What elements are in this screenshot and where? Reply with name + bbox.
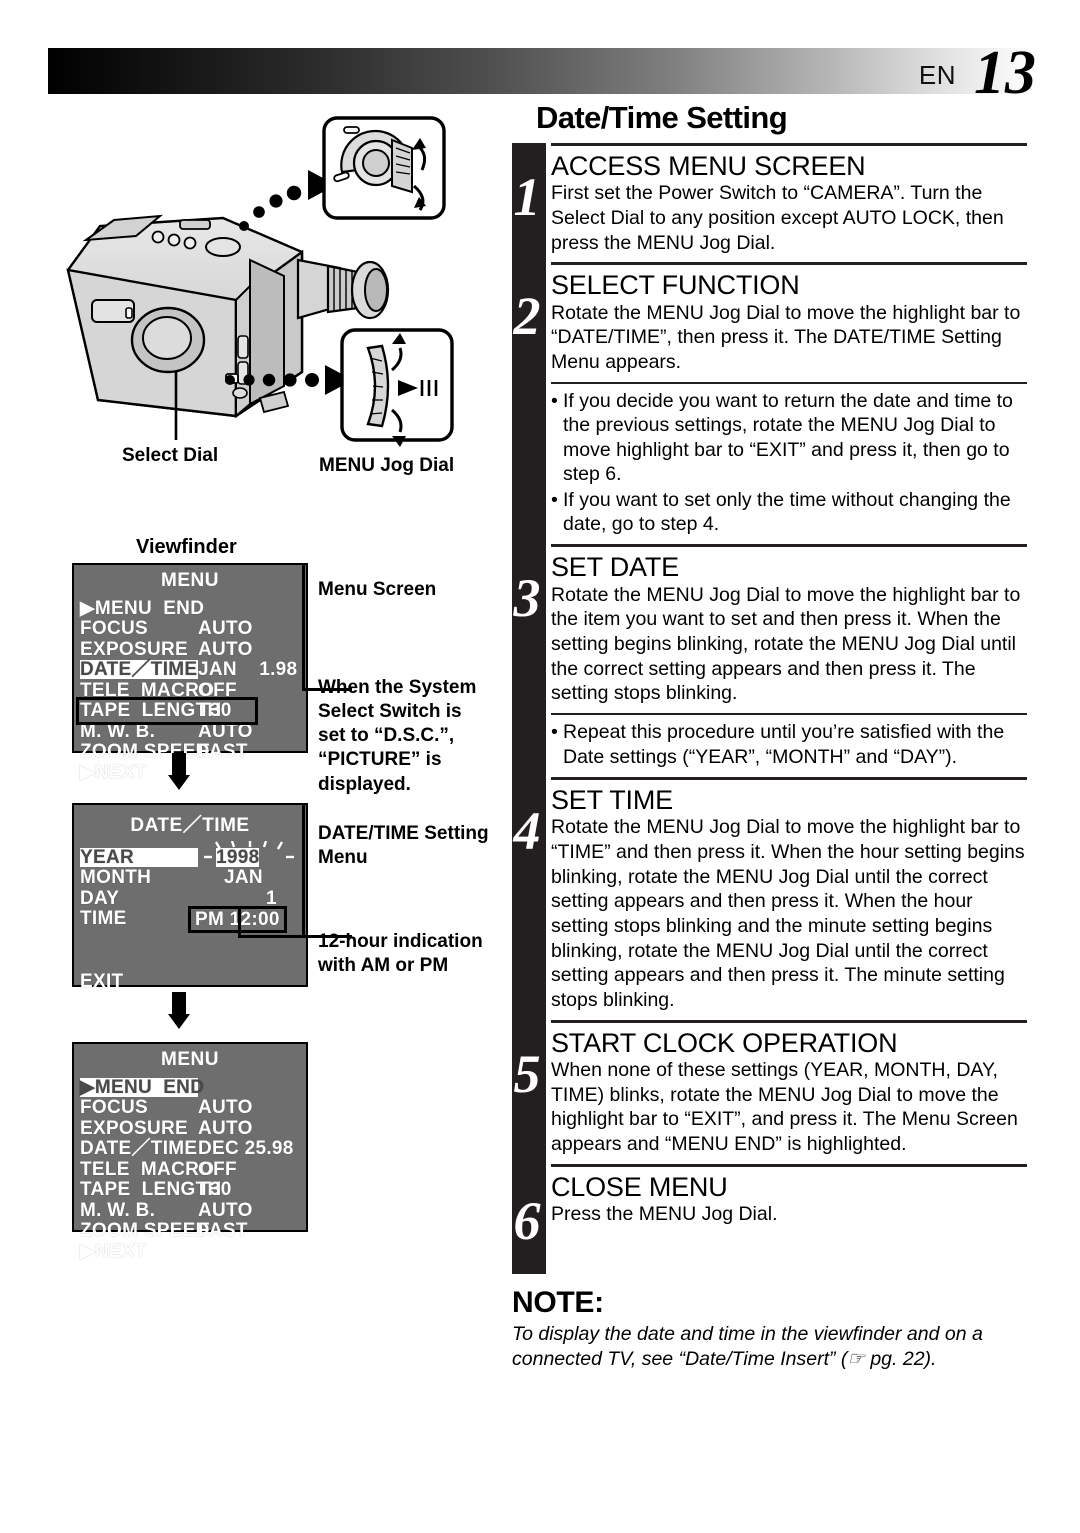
table-row: ▶NEXT bbox=[80, 1240, 147, 1262]
step-4: 4 SET TIME Rotate the MENU Jog Dial to m… bbox=[514, 777, 1027, 1013]
screen1-caption: MENU bbox=[161, 570, 219, 591]
table-row: EXPOSURE AUTO bbox=[80, 638, 253, 660]
table-row: EXPOSURE AUTO bbox=[80, 1117, 253, 1139]
viewfinder-menu-screen-1: MENU ▶MENU END FOCUS AUTO EXPOSURE AUTO DA… bbox=[72, 563, 308, 782]
step-2-body: Rotate the MENU Jog Dial to move the hig… bbox=[551, 301, 1021, 373]
divider bbox=[551, 777, 1027, 780]
step-3-bullets: • Repeat this procedure until you’re sati… bbox=[551, 720, 1027, 769]
table-row: ▶MENU END bbox=[80, 597, 205, 619]
highlight-bar: ▶MENU END bbox=[80, 1076, 205, 1098]
divider bbox=[551, 1163, 1027, 1167]
table-row-year: YEAR 1998 bbox=[80, 840, 306, 867]
divider bbox=[551, 262, 1027, 266]
highlight-bar: YEAR bbox=[80, 847, 198, 867]
step-2: 2 SELECT FUNCTION Rotate the MENU Jog Di… bbox=[514, 262, 1027, 537]
step-6-body: Press the MENU Jog Dial. bbox=[551, 1202, 778, 1225]
camcorder-svg bbox=[66, 116, 454, 447]
table-row: ZOOM SPEED FAST bbox=[80, 1220, 248, 1241]
list-item: • If you want to set only the time withou… bbox=[551, 488, 1011, 535]
callout-twelve-hour: 12-hour indication with AM or PM bbox=[318, 931, 483, 977]
bracket-line-screen2 bbox=[302, 805, 305, 937]
step-1-number: 1 bbox=[513, 167, 541, 227]
table-row: ▶NEXT bbox=[80, 761, 147, 783]
step-5: 5 START CLOCK OPERATION When none of the… bbox=[514, 1019, 1027, 1157]
step-2-number: 2 bbox=[513, 286, 541, 347]
bracket-line-screen1 bbox=[302, 565, 305, 689]
bullet-icon: • bbox=[551, 389, 558, 412]
step-2-heading: SELECT FUNCTION bbox=[551, 270, 800, 301]
callout-menu-screen: Menu Screen bbox=[318, 579, 437, 600]
exit-row: EXIT bbox=[80, 970, 124, 992]
page-number: 13 bbox=[974, 39, 1036, 107]
table-row-time: TIME PM 12:00 bbox=[80, 906, 306, 933]
step-6-number: 6 bbox=[513, 1190, 541, 1251]
divider bbox=[551, 1019, 1027, 1023]
menu-jog-dial-label: MENU Jog Dial bbox=[319, 455, 455, 476]
note-tick-mark bbox=[512, 1258, 546, 1274]
table-row: DATE／TIME DEC 25.98 bbox=[80, 1138, 294, 1159]
note-body: To display the date and time in the view… bbox=[512, 1323, 983, 1371]
divider bbox=[551, 143, 1027, 146]
select-dial-label: Select Dial bbox=[122, 445, 219, 466]
instruction-steps: 1 ACCESS MENU SCREEN First set the Power… bbox=[514, 143, 1027, 1248]
leader-line-time bbox=[238, 906, 241, 938]
step-4-heading: SET TIME bbox=[551, 785, 673, 815]
table-row: TELE MACRO OFF bbox=[80, 1158, 237, 1180]
table-row: FOCUS AUTO bbox=[80, 1097, 253, 1118]
table-row: ZOOM SPEED FAST bbox=[80, 741, 248, 762]
callout-box bbox=[76, 697, 258, 725]
list-item: • If you decide you want to return the da… bbox=[551, 389, 1013, 486]
step-4-number: 4 bbox=[513, 801, 541, 861]
flow-arrow-down-1 bbox=[168, 753, 190, 790]
step-3: 3 SET DATE Rotate the MENU Jog Dial to m… bbox=[514, 544, 1027, 769]
bullet-icon: • bbox=[551, 721, 558, 744]
table-row-datetime-highlighted: DATE／TIME JAN 1.98 bbox=[80, 659, 298, 680]
divider bbox=[551, 381, 1027, 384]
highlight-bar: DATE／TIME bbox=[80, 659, 198, 680]
viewfinder-menu-screen-2: MENU ▶MENU END FOCUS AUTO EXPOSURE AUTO DA… bbox=[72, 1042, 308, 1261]
page-title: Date/Time Setting bbox=[536, 100, 788, 135]
divider bbox=[551, 544, 1027, 548]
table-row-month: MONTH JAN bbox=[80, 867, 263, 888]
table-row-menu-end-highlighted: ▶MENU END bbox=[80, 1076, 306, 1098]
step-5-heading: START CLOCK OPERATION bbox=[551, 1027, 898, 1058]
screen3-caption: MENU bbox=[161, 1049, 219, 1070]
screen2-caption: DATE／TIME bbox=[130, 815, 250, 836]
viewfinder-datetime-screen: DATE／TIME YEAR 1998 MONTH JAN DAY 1 TIME P… bbox=[72, 803, 308, 991]
bullet-icon: • bbox=[551, 488, 558, 511]
step-1-body: First set the Power Switch to “CAMERA”. … bbox=[551, 182, 1004, 254]
callout-datetime-setting-menu: DATE/TIME Setting Menu bbox=[318, 823, 489, 869]
step-6: 6 CLOSE MENU Press the MENU Jog Dial. bbox=[514, 1163, 1027, 1248]
step-2-bullets: • If you decide you want to return the da… bbox=[551, 389, 1027, 537]
table-row-day: DAY 1 bbox=[80, 887, 277, 909]
step-3-body: Rotate the MENU Jog Dial to move the hig… bbox=[551, 583, 1021, 705]
step-1-heading: ACCESS MENU SCREEN bbox=[551, 151, 866, 181]
table-row: TAPE LENGTH T30 bbox=[80, 1179, 232, 1200]
step-5-number: 5 bbox=[513, 1043, 541, 1104]
language-code: EN bbox=[918, 60, 956, 90]
step-5-body: When none of these settings (YEAR, MONTH… bbox=[551, 1058, 1018, 1155]
table-row-tape-length-boxed: TAPE LENGTH T30 bbox=[76, 697, 306, 725]
callout-system-select: When the System Select Switch is set to … bbox=[318, 677, 477, 795]
table-row: M. W. B. AUTO bbox=[80, 1199, 253, 1221]
note-heading: NOTE: bbox=[512, 1286, 604, 1319]
step-3-number: 3 bbox=[513, 568, 541, 629]
step-4-body: Rotate the MENU Jog Dial to move the hig… bbox=[551, 816, 1025, 1011]
list-item: • Repeat this procedure until you’re sati… bbox=[551, 721, 1005, 768]
camcorder-illustration bbox=[40, 100, 510, 500]
step-3-heading: SET DATE bbox=[551, 552, 679, 583]
flow-arrow-down-2 bbox=[168, 992, 190, 1029]
viewfinder-label: Viewfinder bbox=[136, 536, 237, 558]
step-1: 1 ACCESS MENU SCREEN First set the Power… bbox=[514, 143, 1027, 255]
table-row: FOCUS AUTO bbox=[80, 618, 253, 639]
blink-marks-icon bbox=[204, 840, 294, 858]
divider bbox=[551, 713, 1027, 716]
step-6-heading: CLOSE MENU bbox=[551, 1171, 728, 1202]
page-header-gradient-bar: EN 13 bbox=[48, 42, 1044, 104]
